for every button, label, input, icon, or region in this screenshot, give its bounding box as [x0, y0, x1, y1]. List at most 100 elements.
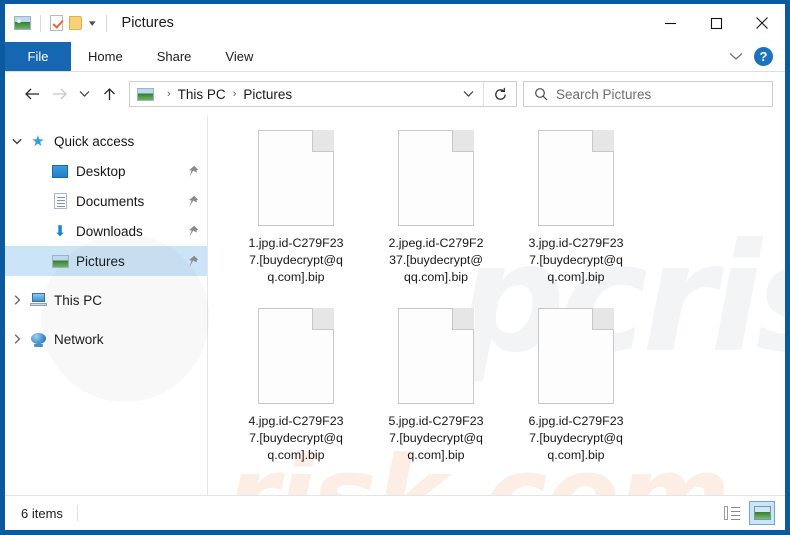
chevron-down-icon: [79, 91, 90, 97]
breadcrumb-dropdown-button[interactable]: [454, 90, 483, 98]
pin-icon[interactable]: [187, 165, 199, 178]
pin-icon[interactable]: [187, 195, 199, 208]
this-pc-icon: [29, 292, 47, 309]
expand-ribbon-button[interactable]: [729, 52, 743, 61]
minimize-icon: [664, 22, 676, 24]
pin-icon[interactable]: [187, 255, 199, 268]
file-name: 2.jpeg.id-C279F2 37.[buydecrypt@ qq.com]…: [388, 236, 484, 284]
sidebar-item-downloads[interactable]: ⬇ Downloads: [5, 216, 207, 246]
title-bar: ▾ Pictures: [5, 4, 785, 42]
refresh-button[interactable]: [484, 82, 516, 106]
generic-file-icon: [258, 307, 335, 404]
tab-home[interactable]: Home: [71, 42, 140, 71]
desktop-icon: [51, 163, 69, 180]
tab-share[interactable]: Share: [140, 42, 209, 71]
maximize-icon: [710, 17, 722, 29]
toolbar-divider: [40, 14, 41, 32]
refresh-icon: [494, 87, 506, 100]
breadcrumb-item-pictures[interactable]: Pictures: [243, 87, 292, 102]
file-item[interactable]: 5.jpg.id-C279F23 7.[buydecrypt@q q.com].…: [366, 307, 506, 464]
breadcrumb-separator-0: ›: [167, 88, 171, 100]
network-icon: [29, 331, 47, 348]
chevron-down-icon[interactable]: [5, 138, 29, 145]
search-icon: [534, 87, 548, 101]
arrow-up-icon: [104, 87, 115, 100]
breadcrumb-item-this-pc[interactable]: This PC: [178, 87, 226, 102]
pictures-icon: [137, 87, 154, 101]
ribbon-tab-strip: File Home Share View ?: [5, 42, 785, 72]
file-item[interactable]: 3.jpg.id-C279F23 7.[buydecrypt@q q.com].…: [506, 129, 646, 286]
sidebar-item-label: Pictures: [76, 253, 125, 269]
large-icons-view-icon: [753, 506, 771, 520]
tab-view[interactable]: View: [208, 42, 270, 71]
status-bar: 6 items: [5, 495, 785, 530]
minimize-button[interactable]: [647, 4, 693, 42]
generic-file-icon: [538, 307, 615, 404]
navigation-pane: ★ Quick access Desktop Documents ⬇ Downl…: [5, 116, 209, 495]
file-name: 3.jpg.id-C279F23 7.[buydecrypt@q q.com].…: [528, 236, 624, 284]
help-button[interactable]: ?: [754, 47, 773, 66]
ribbon-right-controls: ?: [729, 42, 785, 71]
pictures-icon: [51, 253, 69, 270]
customize-arrow-icon[interactable]: ▾: [86, 18, 99, 28]
forward-button[interactable]: [46, 79, 73, 109]
file-grid: 1.jpg.id-C279F23 7.[buydecrypt@q q.com].…: [226, 129, 785, 486]
close-icon: [756, 17, 768, 29]
sidebar-item-quick-access[interactable]: ★ Quick access: [5, 126, 207, 156]
file-name: 1.jpg.id-C279F23 7.[buydecrypt@q q.com].…: [248, 236, 344, 284]
window-title: Pictures: [121, 15, 174, 31]
chevron-right-icon[interactable]: [5, 334, 29, 344]
star-icon: ★: [31, 132, 45, 150]
chevron-down-icon: [729, 53, 743, 60]
sidebar-item-label: Documents: [76, 193, 145, 209]
arrow-left-icon: [25, 88, 39, 100]
pictures-icon[interactable]: [14, 16, 31, 30]
address-bar: › This PC › Pictures Search Pictures: [5, 72, 785, 116]
file-name: 4.jpg.id-C279F23 7.[buydecrypt@q q.com].…: [248, 414, 344, 462]
chevron-down-icon: [463, 91, 474, 97]
maximize-button[interactable]: [693, 4, 739, 42]
item-count-label: 6 items: [21, 505, 63, 521]
explorer-window: ▾ Pictures File Home Share View ? › This…: [0, 0, 790, 535]
tab-file[interactable]: File: [5, 42, 71, 71]
generic-file-icon: [398, 129, 475, 226]
breadcrumb-separator-1[interactable]: ›: [226, 88, 244, 100]
file-item[interactable]: 6.jpg.id-C279F23 7.[buydecrypt@q q.com].…: [506, 307, 646, 464]
breadcrumb[interactable]: › This PC › Pictures: [129, 81, 517, 107]
sidebar-item-documents[interactable]: Documents: [5, 186, 207, 216]
sidebar-item-network[interactable]: Network: [5, 324, 207, 354]
new-folder-icon[interactable]: [69, 16, 82, 30]
details-view-icon: [724, 506, 740, 520]
properties-icon[interactable]: [50, 15, 63, 31]
file-item[interactable]: 1.jpg.id-C279F23 7.[buydecrypt@q q.com].…: [226, 129, 366, 286]
chevron-right-icon[interactable]: [5, 295, 29, 305]
pin-icon[interactable]: [187, 225, 199, 238]
downloads-icon: ⬇: [53, 222, 67, 240]
sidebar-item-pictures[interactable]: Pictures: [5, 246, 207, 276]
status-divider: [76, 505, 78, 521]
back-button[interactable]: [19, 79, 46, 109]
sidebar-item-label: Network: [54, 331, 104, 347]
search-placeholder: Search Pictures: [556, 86, 652, 102]
search-input[interactable]: Search Pictures: [523, 81, 773, 107]
details-view-button[interactable]: [719, 501, 745, 525]
arrow-right-icon: [53, 88, 67, 100]
recent-locations-button[interactable]: [73, 79, 96, 109]
window-controls: [647, 4, 785, 42]
close-button[interactable]: [739, 4, 785, 42]
explorer-body: ★ Quick access Desktop Documents ⬇ Downl…: [5, 116, 785, 495]
sidebar-item-desktop[interactable]: Desktop: [5, 156, 207, 186]
up-button[interactable]: [96, 79, 123, 109]
generic-file-icon: [258, 129, 335, 226]
file-name: 6.jpg.id-C279F23 7.[buydecrypt@q q.com].…: [528, 414, 624, 462]
view-mode-buttons: [719, 501, 775, 525]
large-icons-view-button[interactable]: [749, 501, 775, 525]
sidebar-item-label: Quick access: [54, 133, 135, 149]
file-list-pane[interactable]: pcrisk risk.com 1.jpg.id-C279F23 7.[buyd…: [208, 116, 785, 495]
file-item[interactable]: 2.jpeg.id-C279F2 37.[buydecrypt@ qq.com]…: [366, 129, 506, 286]
sidebar-item-this-pc[interactable]: This PC: [5, 285, 207, 315]
sidebar-item-label: Desktop: [76, 163, 126, 179]
file-item[interactable]: 4.jpg.id-C279F23 7.[buydecrypt@q q.com].…: [226, 307, 366, 464]
sidebar-item-label: Downloads: [76, 223, 143, 239]
sidebar-item-label: This PC: [54, 292, 103, 308]
